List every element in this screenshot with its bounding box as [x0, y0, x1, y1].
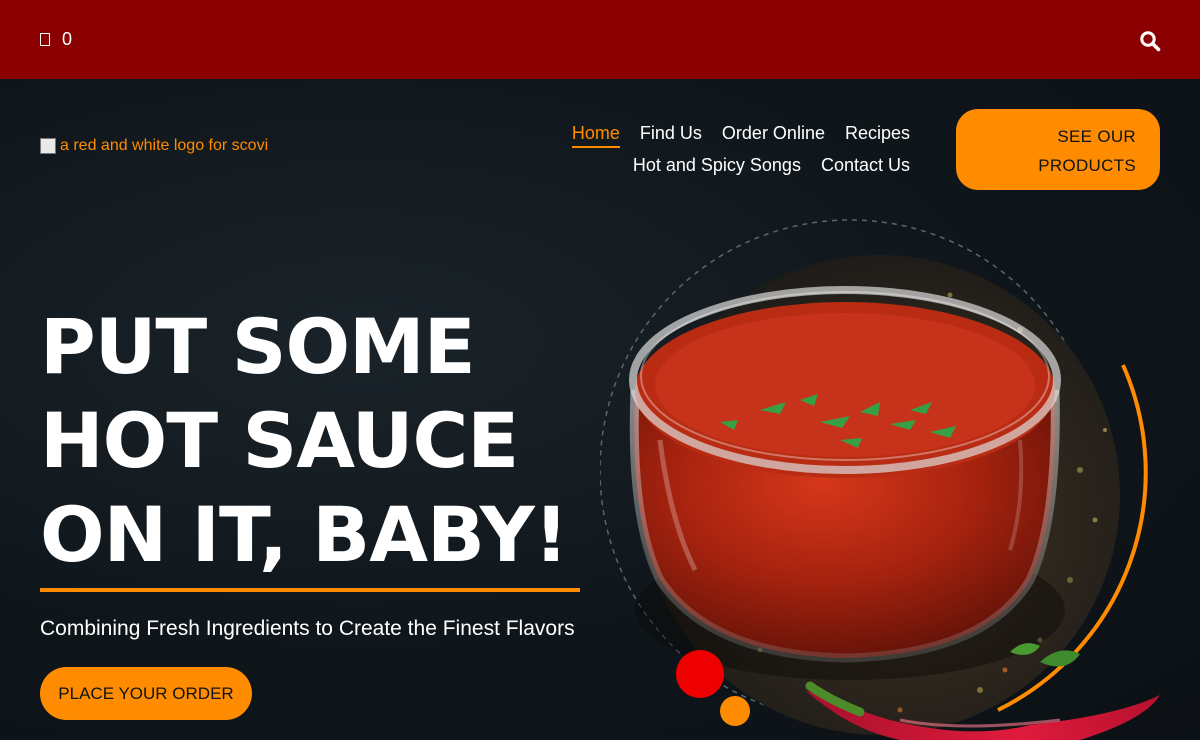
logo-alt-text: a red and white logo for scovi [60, 137, 269, 154]
nav-home[interactable]: Home [571, 122, 620, 148]
cart-icon [40, 33, 50, 46]
cart-count: 0 [62, 29, 73, 49]
nav-recipes[interactable]: Recipes [845, 122, 910, 148]
broken-image-icon [40, 138, 56, 154]
main-nav: Home Find Us Order Online Recipes Hot an… [390, 122, 910, 176]
site-logo[interactable]: a red and white logo for scovi [40, 134, 300, 158]
see-our-products-button[interactable]: SEE OUR PRODUCTS [956, 109, 1160, 190]
headline-line-3: ON IT, BABY! [40, 490, 569, 579]
nav-contact-us[interactable]: Contact Us [821, 154, 910, 176]
cart-button[interactable]: 0 [40, 29, 72, 50]
orange-dot [720, 696, 750, 726]
hero-subtitle: Combining Fresh Ingredients to Create th… [40, 617, 575, 640]
red-dot [676, 650, 724, 698]
see-our-products-label-1: SEE OUR [1057, 127, 1136, 146]
search-icon[interactable] [1139, 30, 1161, 52]
nav-find-us[interactable]: Find Us [640, 122, 702, 148]
headline-line-2: HOT SAUCE [40, 396, 519, 485]
nav-hot-and-spicy-songs[interactable]: Hot and Spicy Songs [633, 154, 801, 176]
headline-line-1: PUT SOME [40, 302, 476, 391]
top-bar: 0 [0, 0, 1200, 79]
nav-order-online[interactable]: Order Online [722, 122, 825, 148]
hero-headline: PUT SOME HOT SAUCE ON IT, BABY! [40, 300, 600, 582]
see-our-products-label-2: PRODUCTS [1038, 156, 1136, 175]
place-your-order-button[interactable]: PLACE YOUR ORDER [40, 667, 252, 720]
headline-divider [40, 588, 580, 592]
hot-sauce-bowl-image [600, 219, 1160, 740]
